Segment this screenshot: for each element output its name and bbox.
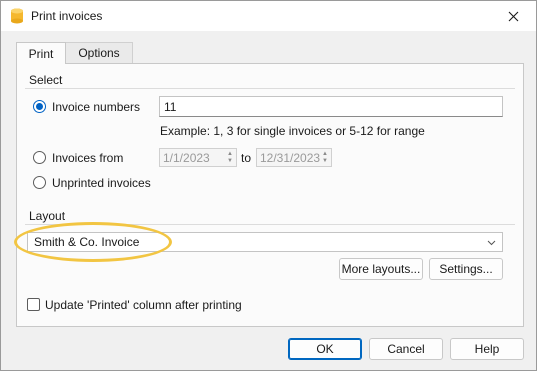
cancel-label: Cancel [387, 342, 425, 356]
to-date-spin-arrows[interactable]: ▲ ▼ [320, 150, 330, 166]
to-date-value: 12/31/2023 [260, 150, 321, 165]
print-invoices-dialog: Print invoices Print Options Select Invo… [0, 0, 537, 371]
unprinted-invoices-label: Unprinted invoices [52, 176, 151, 190]
invoice-numbers-radio[interactable] [33, 100, 46, 113]
unprinted-invoices-radio[interactable] [33, 176, 46, 189]
title-bar: Print invoices [1, 1, 536, 31]
tab-print[interactable]: Print [16, 42, 66, 64]
settings-label: Settings... [439, 262, 493, 276]
layout-select[interactable]: Smith & Co. Invoice [27, 232, 503, 252]
tab-options-label: Options [78, 46, 120, 60]
invoice-numbers-input[interactable]: 11 [159, 96, 503, 117]
chevron-down-icon [487, 240, 496, 246]
cancel-button[interactable]: Cancel [369, 338, 443, 360]
more-layouts-button[interactable]: More layouts... [339, 258, 423, 280]
select-group-label: Select [29, 73, 63, 87]
update-printed-label: Update 'Printed' column after printing [45, 298, 242, 312]
more-layouts-label: More layouts... [341, 262, 421, 276]
invoices-from-label: Invoices from [52, 151, 124, 165]
tab-print-label: Print [28, 46, 54, 61]
settings-button[interactable]: Settings... [429, 258, 503, 280]
close-icon [508, 11, 518, 21]
layout-group-label: Layout [29, 209, 66, 223]
invoice-numbers-label: Invoice numbers [52, 100, 141, 114]
help-button[interactable]: Help [450, 338, 524, 360]
to-date-picker[interactable]: 12/31/2023 ▲ ▼ [256, 148, 332, 167]
database-app-icon [11, 8, 23, 24]
layout-selected-value: Smith & Co. Invoice [34, 235, 140, 249]
from-date-value: 1/1/2023 [163, 150, 210, 165]
example-hint: Example: 1, 3 for single invoices or 5-1… [160, 124, 425, 138]
update-printed-checkbox[interactable] [27, 298, 40, 311]
invoices-from-radio[interactable] [33, 151, 46, 164]
from-date-spin-arrows[interactable]: ▲ ▼ [225, 150, 235, 166]
ok-button[interactable]: OK [288, 338, 362, 360]
tab-options[interactable]: Options [66, 42, 133, 63]
window-title: Print invoices [31, 9, 103, 23]
from-date-picker[interactable]: 1/1/2023 ▲ ▼ [159, 148, 237, 167]
ok-label: OK [316, 342, 334, 356]
help-label: Help [474, 342, 500, 356]
layout-group-divider [25, 224, 515, 225]
close-button[interactable] [496, 4, 530, 28]
to-label: to [241, 151, 252, 165]
invoice-numbers-value: 11 [164, 99, 177, 114]
select-group-divider [25, 88, 515, 89]
